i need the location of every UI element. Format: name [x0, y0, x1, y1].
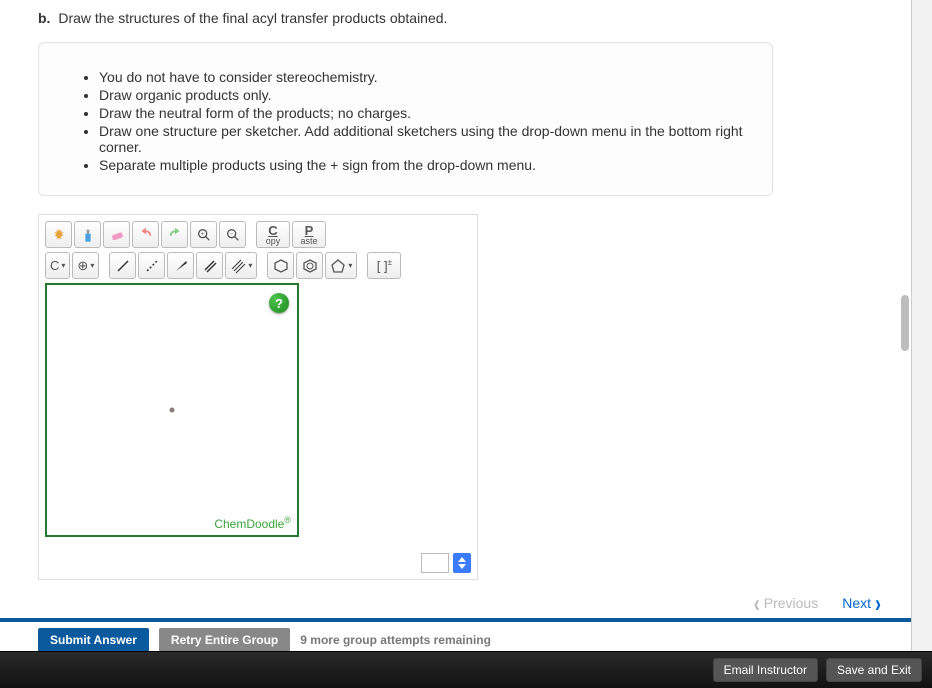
- instructions-panel: You do not have to consider stereochemis…: [38, 42, 773, 196]
- element-select[interactable]: C ▾: [45, 252, 70, 279]
- hint-item: Draw the neutral form of the products; n…: [99, 105, 744, 121]
- redo-icon[interactable]: [161, 221, 188, 248]
- hexagon-icon[interactable]: [267, 252, 294, 279]
- canvas-seed-dot: [170, 408, 175, 413]
- page: b. Draw the structures of the final acyl…: [0, 0, 912, 652]
- next-link[interactable]: Next ›: [842, 594, 881, 612]
- undo-icon[interactable]: [132, 221, 159, 248]
- toolbar-row-2: C ▾ ⊕ ▾: [45, 252, 471, 279]
- chevron-right-icon: ›: [875, 590, 881, 615]
- chemdoodle-brand: ChemDoodle®: [214, 515, 291, 531]
- bracket-tool-icon[interactable]: [ ]±: [367, 252, 401, 279]
- hint-item: You do not have to consider stereochemis…: [99, 69, 744, 85]
- sketcher-count-input[interactable]: [421, 553, 449, 573]
- chevron-down-icon: ▾: [90, 261, 94, 270]
- email-instructor-button[interactable]: Email Instructor: [713, 658, 818, 682]
- hint-item: Separate multiple products using the + s…: [99, 157, 744, 173]
- chevron-down-icon: ▾: [248, 261, 252, 270]
- retry-group-button[interactable]: Retry Entire Group: [159, 628, 290, 652]
- spray-tool-icon[interactable]: [74, 221, 101, 248]
- sketcher-stepper[interactable]: [453, 553, 471, 573]
- help-icon[interactable]: ?: [269, 293, 289, 313]
- hint-item: Draw organic products only.: [99, 87, 744, 103]
- sketcher-panel: + − C opy P aste C ▾: [38, 214, 478, 580]
- wedge-bond-icon[interactable]: [167, 252, 194, 279]
- charge-select[interactable]: ⊕ ▾: [72, 252, 99, 279]
- hint-item: Draw one structure per sketcher. Add add…: [99, 123, 744, 155]
- chevron-left-icon: ‹: [754, 590, 760, 615]
- zoom-out-icon[interactable]: −: [219, 221, 246, 248]
- save-exit-button[interactable]: Save and Exit: [826, 658, 922, 682]
- chevron-down-icon: ▾: [348, 261, 352, 270]
- dotted-bond-icon[interactable]: [138, 252, 165, 279]
- question-prompt: b. Draw the structures of the final acyl…: [38, 10, 873, 26]
- drawing-canvas[interactable]: ? ChemDoodle®: [45, 283, 299, 537]
- single-bond-icon[interactable]: [109, 252, 136, 279]
- triple-bond-select[interactable]: ▾: [225, 252, 257, 279]
- footer-bar: Email Instructor Save and Exit: [0, 651, 932, 688]
- submit-answer-button[interactable]: Submit Answer: [38, 628, 149, 652]
- toolbar-row-1: + − C opy P aste: [45, 221, 471, 248]
- chevron-down-icon: ▾: [61, 261, 65, 270]
- double-bond-icon[interactable]: [196, 252, 223, 279]
- question-text: Draw the structures of the final acyl tr…: [58, 10, 447, 26]
- svg-text:−: −: [229, 231, 233, 237]
- previous-link: ‹ Previous: [754, 594, 818, 612]
- scrollbar-thumb[interactable]: [901, 295, 909, 351]
- pentagon-select[interactable]: ▾: [325, 252, 357, 279]
- question-label: b.: [38, 10, 50, 26]
- hand-tool-icon[interactable]: [45, 221, 72, 248]
- svg-text:+: +: [200, 231, 204, 237]
- paste-button[interactable]: P aste: [292, 221, 326, 248]
- zoom-in-icon[interactable]: +: [190, 221, 217, 248]
- benzene-icon[interactable]: [296, 252, 323, 279]
- copy-button[interactable]: C opy: [256, 221, 290, 248]
- eraser-tool-icon[interactable]: [103, 221, 130, 248]
- attempts-remaining: 9 more group attempts remaining: [300, 633, 491, 647]
